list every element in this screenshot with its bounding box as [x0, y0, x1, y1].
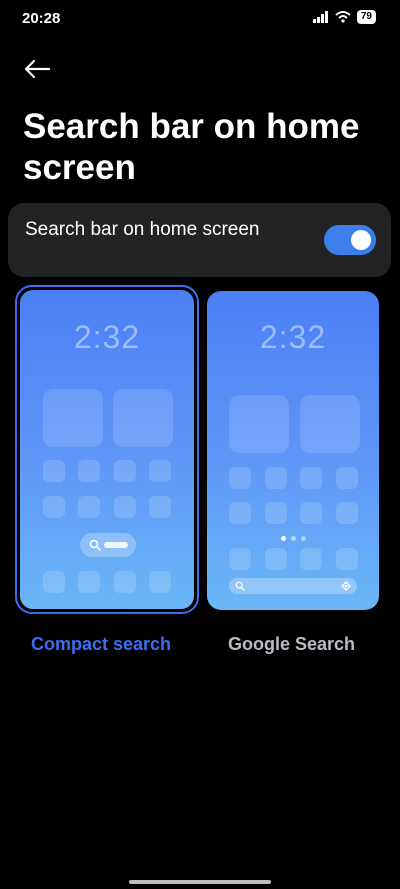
signal-icon: [312, 11, 328, 23]
preview-dock-icon: [114, 571, 136, 593]
preview-dock-icon: [300, 548, 322, 570]
page-title: Search bar on home screen: [23, 107, 360, 187]
preview-clock: 2:32: [259, 319, 327, 355]
google-search-bar: [229, 578, 357, 594]
search-icon: [235, 581, 245, 591]
lens-icon: [341, 581, 351, 591]
search-icon: [89, 539, 101, 551]
home-indicator[interactable]: [129, 880, 271, 884]
google-search-preview[interactable]: 2:32: [207, 291, 379, 610]
preview-clock: 2:32: [73, 319, 141, 355]
preview-app-icon: [336, 467, 358, 489]
preview-app-icon: [43, 496, 65, 518]
preview-app-icon: [149, 496, 171, 518]
setting-label: Search bar on home screen: [25, 219, 260, 240]
preview-app-icon: [300, 502, 322, 524]
preview-app-icon: [265, 467, 287, 489]
preview-app-icon: [78, 460, 100, 482]
preview-dock-icon: [265, 548, 287, 570]
preview-app-icon: [336, 502, 358, 524]
preview-app-icon: [78, 496, 100, 518]
compact-search-preview[interactable]: 2:32: [19, 289, 195, 610]
preview-app-icon: [229, 502, 251, 524]
arrow-left-icon: [24, 59, 51, 79]
preview-dock-icon: [336, 548, 358, 570]
battery-icon: 79: [356, 10, 376, 24]
status-bar: 20:28 79: [0, 0, 400, 36]
preview-dock-icon: [229, 548, 251, 570]
preview-dock-icon: [43, 571, 65, 593]
preview-widget: [229, 395, 289, 453]
preview-app-icon: [265, 502, 287, 524]
preview-dock-icon: [78, 571, 100, 593]
toggle-knob: [351, 230, 371, 250]
page-dot: [291, 536, 296, 541]
preview-app-icon: [300, 467, 322, 489]
status-icons: 79: [312, 10, 376, 24]
compact-search-pill: [80, 533, 136, 557]
preview-widget: [43, 389, 103, 447]
back-button[interactable]: [20, 54, 54, 84]
preview-dock-icon: [149, 571, 171, 593]
preview-app-icon: [114, 496, 136, 518]
compact-search-label[interactable]: Compact search: [31, 634, 171, 655]
preview-app-icon: [114, 460, 136, 482]
preview-widget: [113, 389, 173, 447]
preview-app-icon: [149, 460, 171, 482]
page-dot-active: [281, 536, 286, 541]
status-time: 20:28: [22, 10, 61, 27]
google-search-label[interactable]: Google Search: [228, 634, 355, 655]
preview-widget: [300, 395, 360, 453]
preview-app-icon: [43, 460, 65, 482]
search-bar-toggle[interactable]: [324, 225, 376, 255]
page-dot: [301, 536, 306, 541]
pill-bar: [104, 542, 128, 548]
preview-app-icon: [229, 467, 251, 489]
wifi-icon: [335, 11, 351, 23]
